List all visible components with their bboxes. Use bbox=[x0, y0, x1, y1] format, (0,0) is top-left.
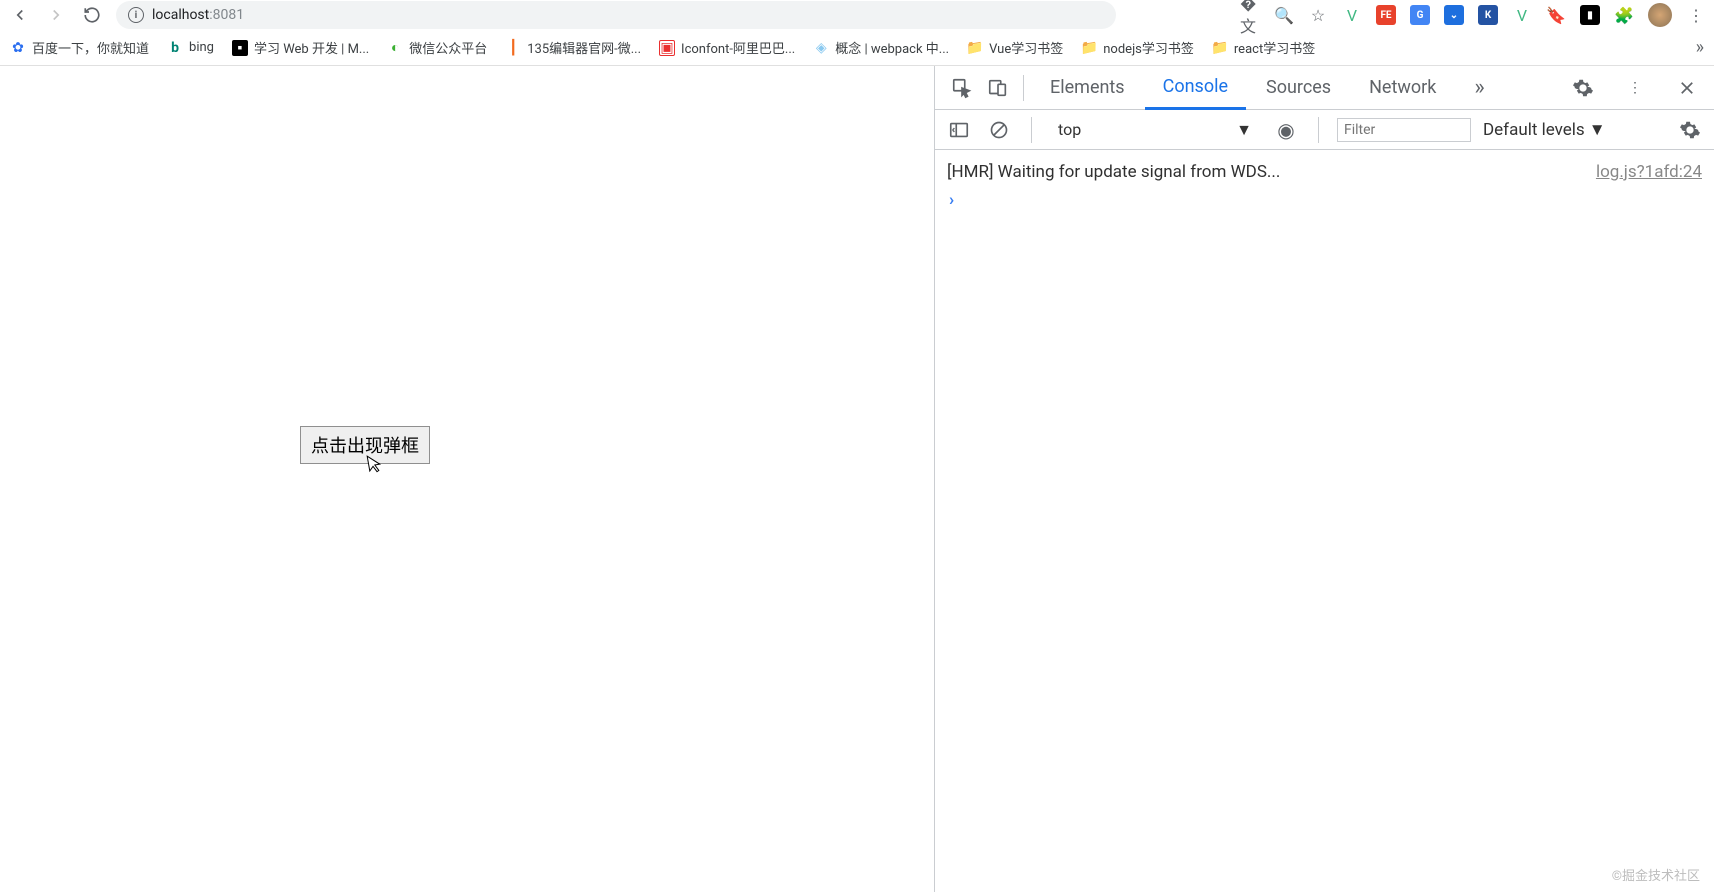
chrome-menu-icon[interactable]: ⋮ bbox=[1686, 5, 1706, 25]
zoom-icon[interactable]: 🔍 bbox=[1274, 5, 1294, 25]
bookmarks-overflow-icon[interactable]: » bbox=[1696, 37, 1704, 58]
profile-avatar[interactable] bbox=[1648, 3, 1672, 27]
console-prompt[interactable]: › bbox=[947, 186, 1702, 214]
translate-icon[interactable]: �文 bbox=[1240, 5, 1260, 25]
clear-console-icon[interactable] bbox=[985, 116, 1013, 144]
ext-gtranslate-icon[interactable]: G bbox=[1410, 5, 1430, 25]
device-toggle-icon[interactable] bbox=[981, 71, 1015, 105]
devtools-settings-icon[interactable] bbox=[1566, 71, 1600, 105]
log-levels-selector[interactable]: Default levels▼ bbox=[1483, 120, 1606, 140]
address-bar[interactable]: i localhost:8081 bbox=[116, 1, 1116, 29]
bookmark-webpack[interactable]: ◈概念 | webpack 中... bbox=[813, 38, 949, 57]
chevron-down-icon: ▼ bbox=[1589, 120, 1606, 140]
tabs-overflow-icon[interactable]: » bbox=[1456, 65, 1502, 110]
console-filter-input[interactable] bbox=[1337, 118, 1471, 142]
tab-network[interactable]: Network bbox=[1351, 67, 1454, 108]
console-sidebar-toggle-icon[interactable] bbox=[945, 116, 973, 144]
console-log-line: [HMR] Waiting for update signal from WDS… bbox=[947, 158, 1702, 186]
toolbar-right: �文 🔍 ☆ V FE G ⌄ K V 🔖 ▮ 🧩 ⋮ bbox=[1240, 3, 1706, 27]
reload-button[interactable] bbox=[80, 3, 104, 27]
tab-sources[interactable]: Sources bbox=[1248, 67, 1349, 108]
readinglist-icon[interactable]: 🔖 bbox=[1546, 5, 1566, 25]
watermark: ©掘金技术社区 bbox=[1612, 865, 1700, 884]
bookmark-mdn[interactable]: ▪学习 Web 开发 | M... bbox=[232, 38, 369, 57]
forward-button[interactable] bbox=[44, 3, 68, 27]
ext-blue-icon[interactable]: ⌄ bbox=[1444, 5, 1464, 25]
extensions-icon[interactable]: 🧩 bbox=[1614, 5, 1634, 25]
devtools-close-icon[interactable] bbox=[1670, 71, 1704, 105]
bookmark-baidu[interactable]: ✿百度一下，你就知道 bbox=[10, 38, 149, 57]
vue-devtools-icon[interactable]: V bbox=[1342, 5, 1362, 25]
bookmarks-bar: ✿百度一下，你就知道 bbing ▪学习 Web 开发 | M... ◐微信公众… bbox=[0, 30, 1714, 66]
bookmark-folder-vue[interactable]: 📁Vue学习书签 bbox=[967, 38, 1063, 57]
tab-console[interactable]: Console bbox=[1145, 66, 1246, 110]
bookmark-folder-react[interactable]: 📁react学习书签 bbox=[1212, 38, 1315, 57]
context-selector[interactable]: top▼ bbox=[1050, 116, 1260, 144]
inspect-element-icon[interactable] bbox=[945, 71, 979, 105]
browser-toolbar: i localhost:8081 �文 🔍 ☆ V FE G ⌄ K V 🔖 ▮… bbox=[0, 0, 1714, 30]
ext-fe-icon[interactable]: FE bbox=[1376, 5, 1396, 25]
bookmark-135editor[interactable]: ┃135编辑器官网-微... bbox=[505, 38, 641, 57]
log-message: [HMR] Waiting for update signal from WDS… bbox=[947, 162, 1280, 182]
devtools-tabs: Elements Console Sources Network » ⋮ bbox=[935, 66, 1714, 110]
console-body: [HMR] Waiting for update signal from WDS… bbox=[935, 150, 1714, 892]
devtools-panel: Elements Console Sources Network » ⋮ bbox=[934, 66, 1714, 892]
back-button[interactable] bbox=[8, 3, 32, 27]
live-expression-icon[interactable]: ◉ bbox=[1272, 116, 1300, 144]
bookmark-folder-nodejs[interactable]: 📁nodejs学习书签 bbox=[1081, 38, 1194, 57]
devtools-menu-icon[interactable]: ⋮ bbox=[1618, 71, 1652, 105]
ext-k-icon[interactable]: K bbox=[1478, 5, 1498, 25]
log-source-link[interactable]: log.js?1afd:24 bbox=[1596, 162, 1702, 182]
address-host: localhost:8081 bbox=[152, 7, 244, 23]
bookmark-wechat[interactable]: ◐微信公众平台 bbox=[387, 38, 487, 57]
site-info-icon[interactable]: i bbox=[128, 7, 144, 23]
page-content: 点击出现弹框 bbox=[0, 66, 934, 892]
console-toolbar: top▼ ◉ Default levels▼ bbox=[935, 110, 1714, 150]
console-settings-icon[interactable] bbox=[1676, 116, 1704, 144]
bookmark-bing[interactable]: bbing bbox=[167, 40, 214, 56]
chevron-down-icon: ▼ bbox=[1236, 120, 1252, 140]
bookmark-iconfont[interactable]: ▣Iconfont-阿里巴巴... bbox=[659, 38, 795, 57]
ext-dark-icon[interactable]: ▮ bbox=[1580, 5, 1600, 25]
star-icon[interactable]: ☆ bbox=[1308, 5, 1328, 25]
open-dialog-button[interactable]: 点击出现弹框 bbox=[300, 426, 430, 464]
tab-elements[interactable]: Elements bbox=[1032, 67, 1143, 108]
vue-icon[interactable]: V bbox=[1512, 5, 1532, 25]
